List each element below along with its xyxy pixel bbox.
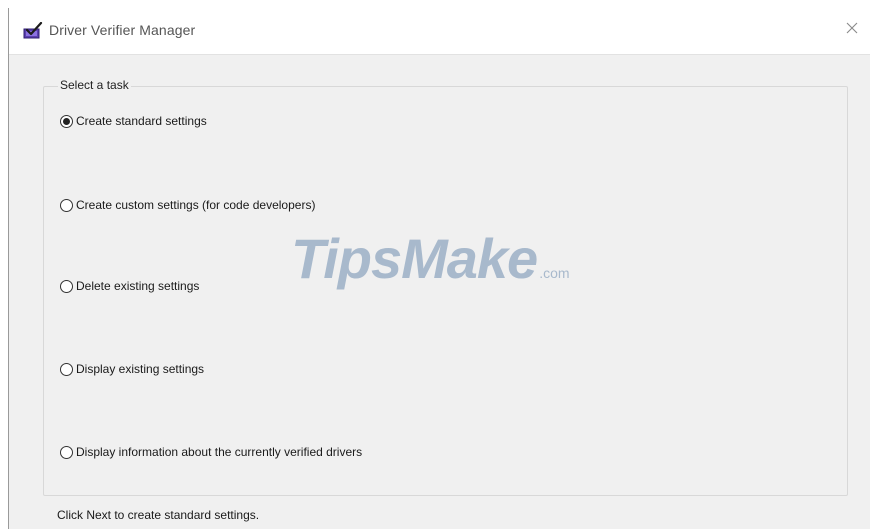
option-label: Create custom settings (for code develop…: [76, 198, 316, 212]
radio-button-display-verified-drivers-info[interactable]: [60, 445, 73, 459]
status-message: Click Next to create standard settings.: [57, 508, 260, 522]
radio-button-create-standard-settings[interactable]: [60, 114, 73, 128]
dialog-window: Driver Verifier Manager Select a task Cr…: [8, 8, 870, 529]
close-button[interactable]: [840, 18, 864, 42]
radio-button-display-existing-settings[interactable]: [60, 362, 73, 376]
option-label: Display information about the currently …: [76, 445, 363, 459]
option-label: Display existing settings: [76, 362, 205, 376]
groupbox-legend: Select a task: [58, 78, 131, 92]
radio-button-delete-existing-settings[interactable]: [60, 279, 73, 293]
window-title: Driver Verifier Manager: [49, 22, 196, 38]
radio-button-create-custom-settings[interactable]: [60, 198, 73, 212]
option-display-verified-drivers-info[interactable]: Display information about the currently …: [60, 445, 362, 459]
option-label: Delete existing settings: [76, 279, 200, 293]
task-groupbox: Select a task Create standard settings C…: [43, 78, 848, 496]
driver-verifier-app-icon: [23, 21, 43, 40]
option-delete-existing-settings[interactable]: Delete existing settings: [60, 279, 199, 293]
title-bar[interactable]: Driver Verifier Manager: [9, 8, 870, 55]
close-icon: [846, 21, 858, 39]
option-create-custom-settings[interactable]: Create custom settings (for code develop…: [60, 198, 315, 212]
option-display-existing-settings[interactable]: Display existing settings: [60, 362, 204, 376]
option-label: Create standard settings: [76, 114, 207, 128]
option-create-standard-settings[interactable]: Create standard settings: [60, 114, 207, 128]
